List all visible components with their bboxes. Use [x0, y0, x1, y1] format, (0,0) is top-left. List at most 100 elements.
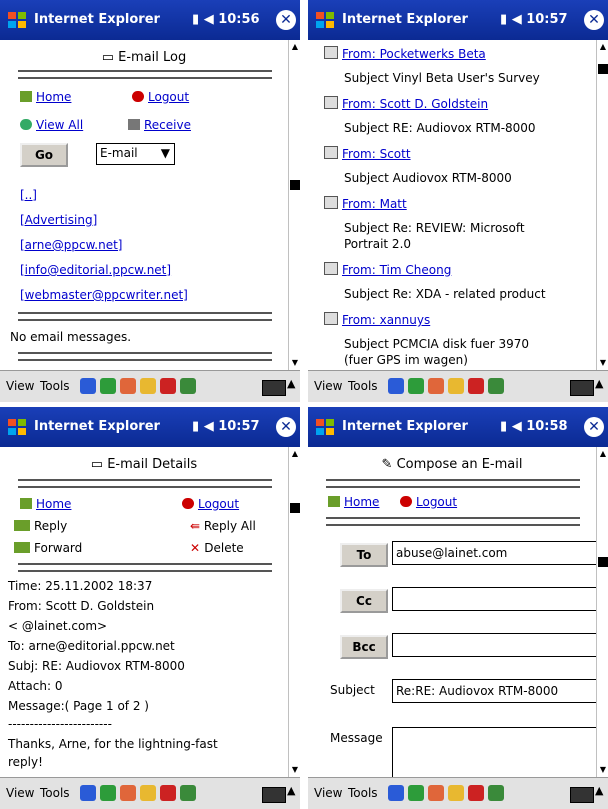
scroll-thumb[interactable] [290, 180, 300, 190]
folder-select[interactable]: E-mail ▼ [96, 143, 175, 165]
cc-field[interactable] [392, 587, 596, 611]
close-icon[interactable]: ✕ [276, 417, 296, 437]
keyboard-icon[interactable] [262, 787, 286, 803]
scroll-up-icon[interactable]: ▲ [597, 40, 608, 54]
cc-button[interactable]: Cc [340, 589, 388, 613]
view-menu[interactable]: View [6, 786, 34, 800]
reply-button[interactable]: Reply [14, 519, 67, 533]
windows-start-icon[interactable] [6, 9, 28, 31]
scroll-down-icon[interactable]: ▼ [289, 356, 300, 370]
refresh-icon[interactable] [408, 785, 424, 801]
to-field[interactable]: abuse@lainet.com [392, 541, 596, 565]
refresh-icon[interactable] [408, 378, 424, 394]
fullscreen-icon[interactable] [488, 785, 504, 801]
scroll-thumb[interactable] [598, 64, 608, 74]
keyboard-icon[interactable] [262, 380, 286, 396]
scroll-thumb[interactable] [290, 503, 300, 513]
subject-field[interactable]: Re:RE: Audiovox RTM-8000 [392, 679, 596, 703]
message-from-link[interactable]: From: Scott [324, 146, 411, 161]
home-icon[interactable] [428, 378, 444, 394]
tools-menu[interactable]: Tools [348, 379, 378, 393]
favorites-icon[interactable] [448, 785, 464, 801]
sip-arrow-icon[interactable]: ▲ [595, 784, 603, 797]
folder-link[interactable]: [arne@ppcw.net] [20, 238, 122, 252]
view-menu[interactable]: View [314, 786, 342, 800]
close-icon[interactable]: ✕ [276, 10, 296, 30]
favorites-icon[interactable] [448, 378, 464, 394]
go-button[interactable]: Go [20, 143, 68, 167]
history-icon[interactable] [160, 378, 176, 394]
compose-screen: Internet Explorer ▮ ◀ 10:58 ✕ ✎ Compose … [308, 407, 608, 809]
reply-all-button[interactable]: ⇚ Reply All [190, 519, 256, 533]
message-from-link[interactable]: From: Pocketwerks Beta [324, 46, 486, 61]
folder-link[interactable]: [webmaster@ppcwriter.net] [20, 288, 188, 302]
bcc-button[interactable]: Bcc [340, 635, 388, 659]
receive-link[interactable]: Receive [128, 118, 191, 132]
fullscreen-icon[interactable] [180, 785, 196, 801]
history-icon[interactable] [468, 785, 484, 801]
close-icon[interactable]: ✕ [584, 10, 604, 30]
windows-start-icon[interactable] [314, 416, 336, 438]
scroll-up-icon[interactable]: ▲ [289, 447, 300, 461]
scroll-up-icon[interactable]: ▲ [289, 40, 300, 54]
back-icon[interactable] [80, 378, 96, 394]
history-icon[interactable] [468, 378, 484, 394]
history-icon[interactable] [160, 785, 176, 801]
tools-menu[interactable]: Tools [40, 379, 70, 393]
message-from-link[interactable]: From: Tim Cheong [324, 262, 451, 277]
sip-arrow-icon[interactable]: ▲ [287, 784, 295, 797]
folder-link[interactable]: [info@editorial.ppcw.net] [20, 263, 171, 277]
scroll-thumb[interactable] [598, 557, 608, 567]
home-link[interactable]: Home [20, 497, 71, 511]
logout-link[interactable]: Logout [182, 497, 239, 511]
message-from-link[interactable]: From: Matt [324, 196, 407, 211]
vertical-scrollbar[interactable]: ▲ ▼ [288, 447, 300, 777]
scroll-down-icon[interactable]: ▼ [597, 356, 608, 370]
home-icon[interactable] [120, 378, 136, 394]
message-from-link[interactable]: From: Scott D. Goldstein [324, 96, 488, 111]
favorites-icon[interactable] [140, 785, 156, 801]
view-menu[interactable]: View [6, 379, 34, 393]
vertical-scrollbar[interactable]: ▲ ▼ [596, 40, 608, 370]
scroll-down-icon[interactable]: ▼ [289, 763, 300, 777]
back-icon[interactable] [80, 785, 96, 801]
message-subject: Subject RE: Audiovox RTM-8000 [344, 121, 536, 135]
keyboard-icon[interactable] [570, 380, 594, 396]
refresh-icon[interactable] [100, 785, 116, 801]
message-textarea[interactable] [392, 727, 596, 777]
back-icon[interactable] [388, 378, 404, 394]
keyboard-icon[interactable] [570, 787, 594, 803]
logout-link[interactable]: Logout [132, 90, 189, 104]
folder-link[interactable]: [..] [20, 188, 37, 202]
tools-menu[interactable]: Tools [40, 786, 70, 800]
to-button[interactable]: To [340, 543, 388, 567]
sip-arrow-icon[interactable]: ▲ [595, 377, 603, 390]
tools-menu[interactable]: Tools [348, 786, 378, 800]
home-link[interactable]: Home [20, 90, 71, 104]
scroll-down-icon[interactable]: ▼ [597, 763, 608, 777]
bcc-field[interactable] [392, 633, 596, 657]
refresh-icon[interactable] [100, 378, 116, 394]
vertical-scrollbar[interactable]: ▲ ▼ [288, 40, 300, 370]
message-from-link[interactable]: From: xannuys [324, 312, 430, 327]
forward-button[interactable]: Forward [14, 541, 82, 555]
view-all-link[interactable]: View All [20, 118, 83, 132]
windows-start-icon[interactable] [6, 416, 28, 438]
home-icon[interactable] [120, 785, 136, 801]
view-menu[interactable]: View [314, 379, 342, 393]
delete-button[interactable]: ✕ Delete [190, 541, 244, 555]
fullscreen-icon[interactable] [180, 378, 196, 394]
windows-start-icon[interactable] [314, 9, 336, 31]
fullscreen-icon[interactable] [488, 378, 504, 394]
favorites-icon[interactable] [140, 378, 156, 394]
home-link[interactable]: Home [328, 495, 379, 509]
detail-line: reply! [8, 755, 43, 769]
folder-link[interactable]: [Advertising] [20, 213, 97, 227]
home-icon[interactable] [428, 785, 444, 801]
logout-link[interactable]: Logout [400, 495, 457, 509]
scroll-up-icon[interactable]: ▲ [597, 447, 608, 461]
close-icon[interactable]: ✕ [584, 417, 604, 437]
vertical-scrollbar[interactable]: ▲ ▼ [596, 447, 608, 777]
back-icon[interactable] [388, 785, 404, 801]
sip-arrow-icon[interactable]: ▲ [287, 377, 295, 390]
